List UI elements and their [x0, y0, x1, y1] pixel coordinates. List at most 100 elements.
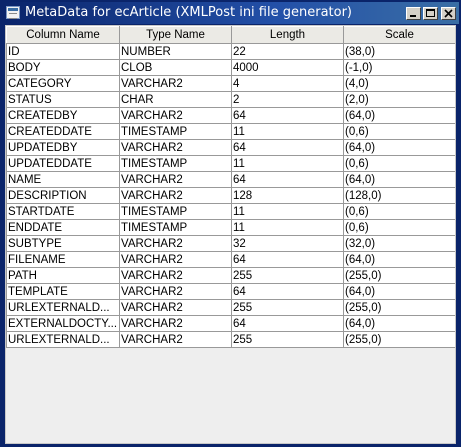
cell-length[interactable]: 2: [231, 91, 344, 108]
table-row[interactable]: CREATEDDATE TIMESTAMP 11 (0,6): [6, 123, 455, 140]
cell-length[interactable]: 255: [231, 299, 344, 316]
cell-type-name[interactable]: VARCHAR2: [119, 267, 232, 284]
cell-column-name[interactable]: NAME: [6, 171, 120, 188]
column-header-column-name[interactable]: Column Name: [6, 26, 120, 44]
cell-type-name[interactable]: VARCHAR2: [119, 139, 232, 156]
cell-type-name[interactable]: TIMESTAMP: [119, 219, 232, 236]
cell-scale[interactable]: (32,0): [343, 235, 455, 252]
table-row[interactable]: URLEXTERNALD... VARCHAR2 255 (255,0): [6, 299, 455, 316]
cell-column-name[interactable]: URLEXTERNALD...: [6, 331, 120, 348]
table-scroll-area[interactable]: Column Name Type Name Length Scale ID NU…: [5, 25, 456, 444]
cell-length[interactable]: 64: [231, 251, 344, 268]
cell-length[interactable]: 64: [231, 283, 344, 300]
cell-column-name[interactable]: ENDDATE: [6, 219, 120, 236]
cell-column-name[interactable]: FILENAME: [6, 251, 120, 268]
cell-type-name[interactable]: VARCHAR2: [119, 331, 232, 348]
maximize-button[interactable]: [423, 7, 438, 20]
cell-column-name[interactable]: BODY: [6, 59, 120, 76]
cell-length[interactable]: 22: [231, 43, 344, 60]
cell-scale[interactable]: (2,0): [343, 91, 455, 108]
table-row[interactable]: STARTDATE TIMESTAMP 11 (0,6): [6, 203, 455, 220]
cell-column-name[interactable]: UPDATEDBY: [6, 139, 120, 156]
table-row[interactable]: DESCRIPTION VARCHAR2 128 (128,0): [6, 187, 455, 204]
cell-scale[interactable]: (255,0): [343, 299, 455, 316]
cell-scale[interactable]: (0,6): [343, 219, 455, 236]
table-row[interactable]: FILENAME VARCHAR2 64 (64,0): [6, 251, 455, 268]
cell-length[interactable]: 255: [231, 331, 344, 348]
cell-type-name[interactable]: VARCHAR2: [119, 315, 232, 332]
cell-type-name[interactable]: VARCHAR2: [119, 283, 232, 300]
cell-type-name[interactable]: NUMBER: [119, 43, 232, 60]
cell-scale[interactable]: (128,0): [343, 187, 455, 204]
cell-scale[interactable]: (64,0): [343, 283, 455, 300]
cell-scale[interactable]: (0,6): [343, 155, 455, 172]
table-row[interactable]: EXTERNALDOCTY... VARCHAR2 64 (64,0): [6, 315, 455, 332]
cell-length[interactable]: 11: [231, 123, 344, 140]
cell-type-name[interactable]: TIMESTAMP: [119, 155, 232, 172]
table-row[interactable]: CATEGORY VARCHAR2 4 (4,0): [6, 75, 455, 92]
cell-column-name[interactable]: URLEXTERNALD...: [6, 299, 120, 316]
cell-column-name[interactable]: UPDATEDDATE: [6, 155, 120, 172]
cell-type-name[interactable]: VARCHAR2: [119, 75, 232, 92]
column-header-scale[interactable]: Scale: [343, 26, 455, 44]
cell-length[interactable]: 4000: [231, 59, 344, 76]
cell-column-name[interactable]: ID: [6, 43, 120, 60]
cell-scale[interactable]: (-1,0): [343, 59, 455, 76]
cell-scale[interactable]: (64,0): [343, 107, 455, 124]
table-row[interactable]: STATUS CHAR 2 (2,0): [6, 91, 455, 108]
cell-length[interactable]: 128: [231, 187, 344, 204]
table-row[interactable]: NAME VARCHAR2 64 (64,0): [6, 171, 455, 188]
cell-type-name[interactable]: VARCHAR2: [119, 251, 232, 268]
table-row[interactable]: BODY CLOB 4000 (-1,0): [6, 59, 455, 76]
cell-type-name[interactable]: TIMESTAMP: [119, 203, 232, 220]
cell-column-name[interactable]: CATEGORY: [6, 75, 120, 92]
close-button[interactable]: [441, 7, 456, 20]
cell-type-name[interactable]: VARCHAR2: [119, 187, 232, 204]
cell-length[interactable]: 64: [231, 139, 344, 156]
table-row[interactable]: URLEXTERNALD... VARCHAR2 255 (255,0): [6, 331, 455, 348]
cell-length[interactable]: 4: [231, 75, 344, 92]
cell-type-name[interactable]: VARCHAR2: [119, 299, 232, 316]
minimize-button[interactable]: [406, 7, 421, 20]
cell-length[interactable]: 32: [231, 235, 344, 252]
window-app-icon[interactable]: [6, 6, 20, 19]
cell-type-name[interactable]: TIMESTAMP: [119, 123, 232, 140]
cell-column-name[interactable]: EXTERNALDOCTY...: [6, 315, 120, 332]
table-row[interactable]: ID NUMBER 22 (38,0): [6, 43, 455, 60]
cell-scale[interactable]: (64,0): [343, 251, 455, 268]
cell-type-name[interactable]: VARCHAR2: [119, 107, 232, 124]
table-row[interactable]: TEMPLATE VARCHAR2 64 (64,0): [6, 283, 455, 300]
cell-column-name[interactable]: TEMPLATE: [6, 283, 120, 300]
table-row[interactable]: UPDATEDDATE TIMESTAMP 11 (0,6): [6, 155, 455, 172]
cell-column-name[interactable]: CREATEDDATE: [6, 123, 120, 140]
cell-scale[interactable]: (64,0): [343, 315, 455, 332]
cell-scale[interactable]: (255,0): [343, 267, 455, 284]
table-row[interactable]: SUBTYPE VARCHAR2 32 (32,0): [6, 235, 455, 252]
cell-column-name[interactable]: STARTDATE: [6, 203, 120, 220]
cell-column-name[interactable]: DESCRIPTION: [6, 187, 120, 204]
cell-column-name[interactable]: STATUS: [6, 91, 120, 108]
cell-type-name[interactable]: VARCHAR2: [119, 235, 232, 252]
cell-length[interactable]: 11: [231, 155, 344, 172]
column-header-type-name[interactable]: Type Name: [119, 26, 232, 44]
cell-column-name[interactable]: PATH: [6, 267, 120, 284]
cell-scale[interactable]: (0,6): [343, 123, 455, 140]
cell-length[interactable]: 64: [231, 107, 344, 124]
table-row[interactable]: CREATEDBY VARCHAR2 64 (64,0): [6, 107, 455, 124]
cell-length[interactable]: 11: [231, 219, 344, 236]
column-header-length[interactable]: Length: [231, 26, 344, 44]
cell-scale[interactable]: (255,0): [343, 331, 455, 348]
cell-scale[interactable]: (64,0): [343, 139, 455, 156]
cell-length[interactable]: 64: [231, 171, 344, 188]
cell-scale[interactable]: (0,6): [343, 203, 455, 220]
cell-column-name[interactable]: SUBTYPE: [6, 235, 120, 252]
table-row[interactable]: ENDDATE TIMESTAMP 11 (0,6): [6, 219, 455, 236]
cell-type-name[interactable]: CHAR: [119, 91, 232, 108]
table-row[interactable]: PATH VARCHAR2 255 (255,0): [6, 267, 455, 284]
cell-length[interactable]: 64: [231, 315, 344, 332]
cell-length[interactable]: 11: [231, 203, 344, 220]
cell-scale[interactable]: (38,0): [343, 43, 455, 60]
cell-type-name[interactable]: VARCHAR2: [119, 171, 232, 188]
cell-column-name[interactable]: CREATEDBY: [6, 107, 120, 124]
cell-type-name[interactable]: CLOB: [119, 59, 232, 76]
